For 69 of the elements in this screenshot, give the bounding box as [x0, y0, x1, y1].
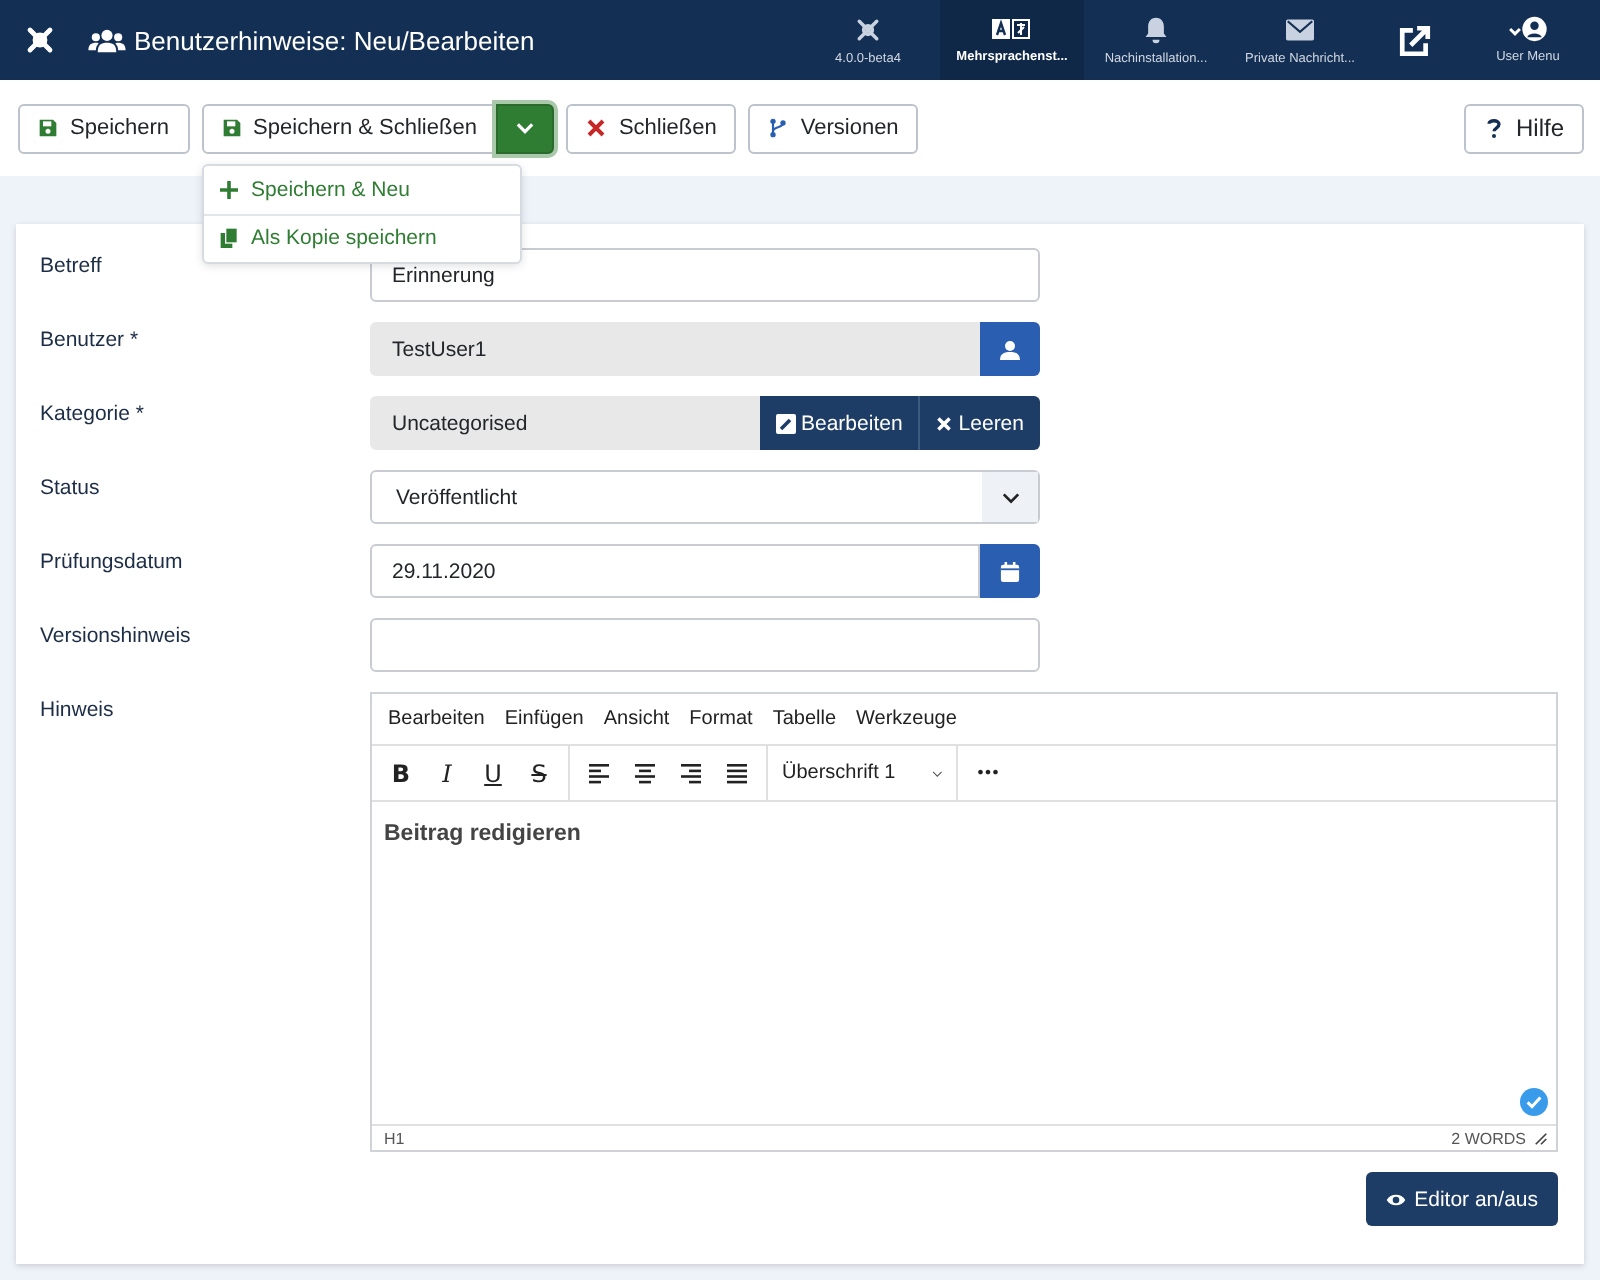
text-field[interactable] — [370, 618, 1040, 672]
editor-menu-item[interactable]: Ansicht — [593, 708, 680, 730]
editor-menu-item[interactable]: Einfügen — [494, 708, 594, 730]
calendar-icon — [1000, 561, 1020, 581]
users-icon — [88, 27, 126, 53]
copy-icon — [219, 228, 238, 248]
clear-button[interactable]: Leeren — [918, 396, 1040, 450]
save-and-close-button[interactable]: Speichern & Schließen — [201, 103, 497, 153]
question-mark-icon — [1483, 118, 1504, 138]
field-label: Benutzer * — [40, 326, 141, 352]
editor-menu-item[interactable]: Tabelle — [762, 708, 847, 730]
editor-heading: Beitrag redigieren — [384, 822, 581, 846]
joomla-logo-icon — [854, 15, 882, 43]
chevron-down-icon — [931, 767, 942, 779]
editor-menu-item[interactable]: Format — [679, 708, 763, 730]
edit-button[interactable]: Bearbeiten — [759, 396, 919, 450]
versions-button[interactable]: Versionen — [748, 103, 919, 153]
plus-icon — [219, 179, 238, 199]
editor-toggle-button[interactable]: Editor an/aus — [1366, 1172, 1558, 1226]
user-menu-icon — [1508, 16, 1548, 42]
branch-icon — [768, 118, 789, 138]
field-label: Versionshinweis — [40, 622, 193, 648]
help-button[interactable]: Hilfe — [1463, 103, 1584, 153]
close-button[interactable]: Schließen — [566, 103, 737, 153]
select-user-button[interactable] — [980, 322, 1040, 376]
language-icon — [992, 16, 1032, 42]
chevron-down-icon — [1001, 491, 1019, 503]
calendar-button[interactable] — [980, 544, 1040, 598]
editor-menu-item[interactable]: Werkzeuge — [846, 708, 967, 730]
element-path: H1 — [384, 1129, 405, 1147]
envelope-icon — [1286, 15, 1314, 43]
align-center-icon — [634, 763, 656, 783]
category-field[interactable]: Uncategorised — [370, 396, 759, 450]
user-field[interactable]: TestUser1 — [370, 322, 980, 376]
date-field[interactable]: 29.11.2020 — [370, 544, 980, 598]
eye-icon — [1386, 1189, 1407, 1209]
field-label: Kategorie * — [40, 400, 146, 426]
italic-button[interactable]: I — [424, 751, 470, 795]
align-right-icon — [680, 763, 702, 783]
field-label: Prüfungsdatum — [40, 548, 185, 574]
word-count: 2 WORDS — [1451, 1129, 1526, 1147]
edit-icon — [775, 413, 795, 433]
text-field[interactable]: Erinnerung — [370, 248, 1040, 302]
bold-button[interactable]: B — [378, 751, 424, 795]
align-justify-icon — [726, 763, 748, 783]
editor-menu-item[interactable]: Bearbeiten — [378, 708, 495, 730]
save-button[interactable]: Speichern — [18, 103, 190, 153]
status-select[interactable]: Veröffentlicht — [370, 470, 1040, 524]
bell-icon — [1142, 15, 1170, 43]
align-left-icon — [588, 763, 610, 783]
checkmark-icon — [1520, 1088, 1548, 1116]
close-icon — [586, 118, 607, 138]
close-icon — [936, 415, 953, 431]
block-format-dropdown[interactable]: Überschrift 1 — [774, 762, 950, 784]
resize-handle-icon[interactable] — [1534, 1131, 1548, 1145]
underline-button[interactable]: U — [470, 751, 516, 795]
field-label: Status — [40, 474, 102, 500]
more-button[interactable]: ••• — [964, 751, 1010, 795]
chevron-down-icon — [516, 122, 535, 134]
external-link-icon — [1397, 23, 1431, 57]
page-title: Benutzerhinweise: Neu/Bearbeiten — [134, 25, 535, 55]
strike-button[interactable]: S — [516, 751, 562, 795]
field-label: Betreff — [40, 252, 104, 278]
joomla-logo-icon[interactable] — [24, 24, 56, 56]
dropdown-toggle[interactable] — [496, 103, 555, 153]
dropdown-menu-item[interactable]: Speichern & Neu — [203, 165, 520, 213]
person-icon — [1000, 339, 1020, 359]
dropdown-menu-item[interactable]: Als Kopie speichern — [203, 213, 520, 261]
field-label: Hinweis — [40, 696, 116, 722]
